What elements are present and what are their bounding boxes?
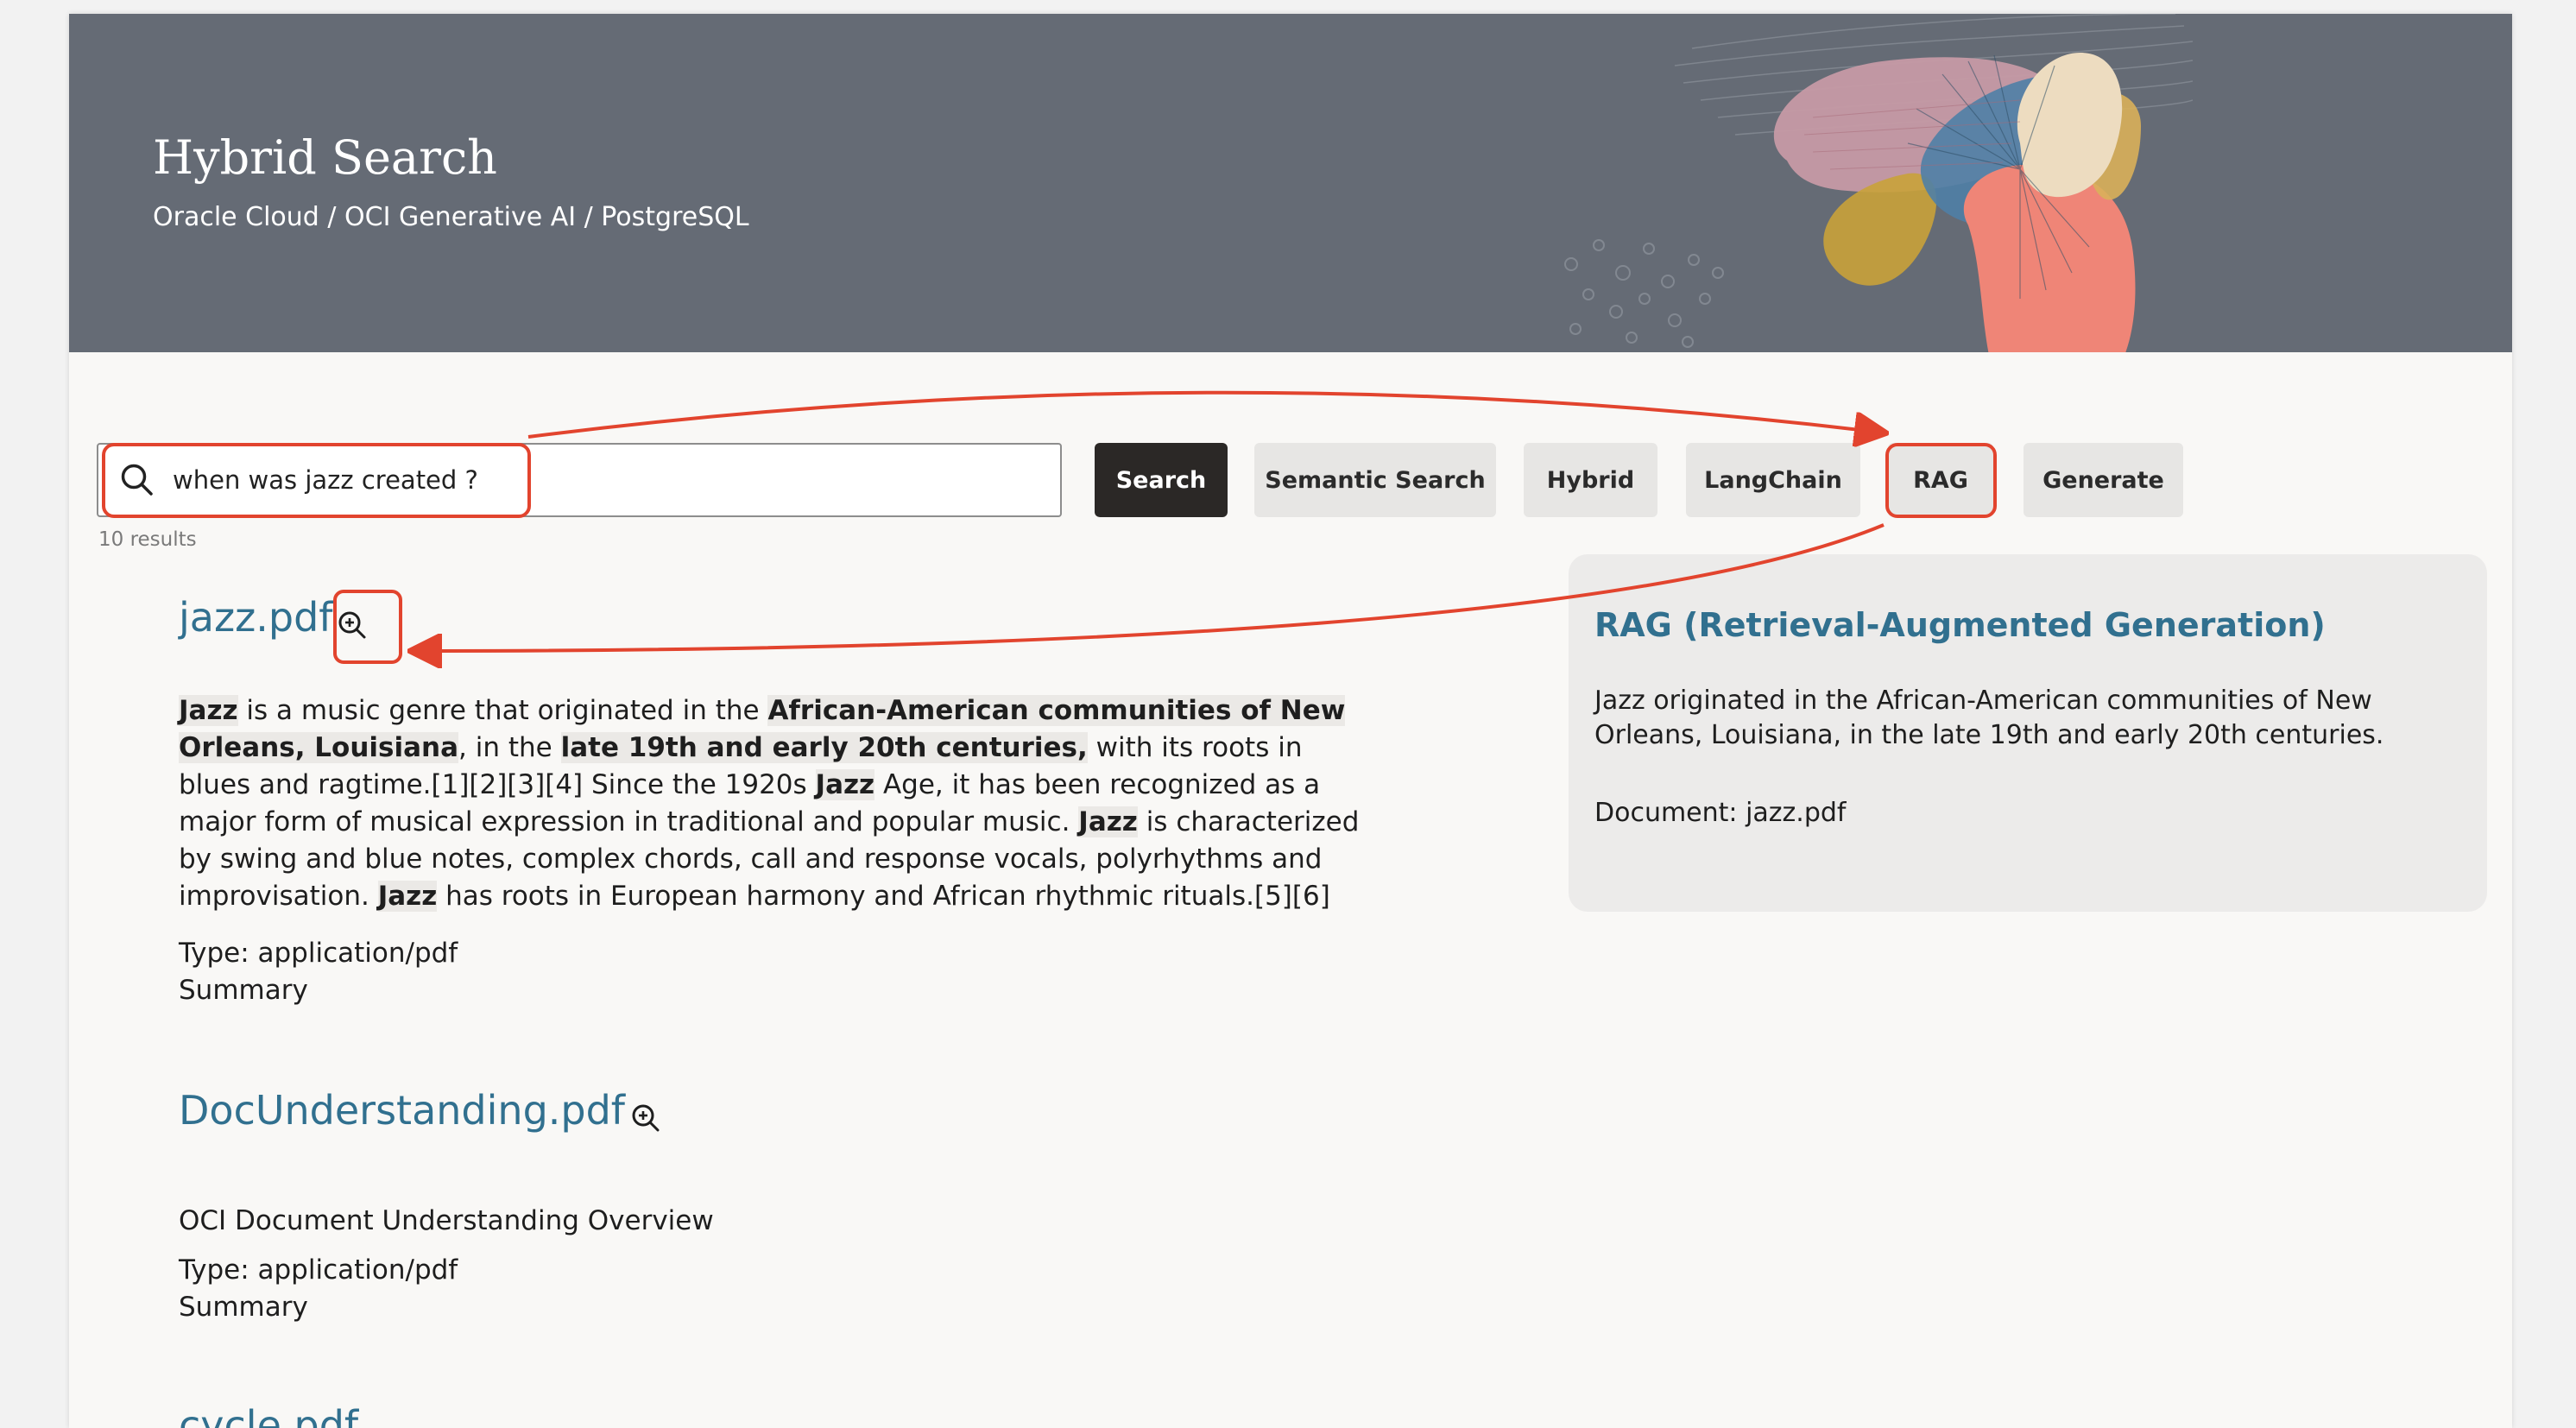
highlight-term: late 19th and early 20th centuries, <box>560 732 1088 763</box>
highlight-term: Jazz <box>377 881 438 912</box>
search-icon <box>121 464 153 496</box>
search-input[interactable] <box>173 453 1036 507</box>
generate-button[interactable]: Generate <box>2024 443 2183 517</box>
rag-button[interactable]: RAG <box>1888 443 1993 517</box>
snippet-text: is a music genre that originated in the <box>237 695 768 726</box>
zoom-in-icon[interactable] <box>630 1103 661 1134</box>
rag-source-document: Document: jazz.pdf <box>1594 798 1847 828</box>
results-count: 10 results <box>98 528 197 551</box>
page-header: Hybrid Search Oracle Cloud / OCI Generat… <box>69 14 2512 352</box>
result-summary: Summary <box>179 1292 308 1323</box>
rag-panel: RAG (Retrieval-Augmented Generation) Jaz… <box>1569 554 2487 912</box>
result-snippet: Jazz is a music genre that originated in… <box>179 692 1370 915</box>
result-type: Type: application/pdf <box>179 938 458 969</box>
result-title-link[interactable]: jazz.pdf <box>179 594 332 641</box>
annotation-arrow <box>527 390 1882 437</box>
highlight-term: Jazz <box>179 695 238 726</box>
highlight-term: Jazz <box>1078 806 1138 837</box>
hybrid-button[interactable]: Hybrid <box>1524 443 1657 517</box>
result-type: Type: application/pdf <box>179 1254 458 1286</box>
search-button[interactable]: Search <box>1095 443 1228 517</box>
snippet-text: has roots in European harmony and Africa… <box>437 881 1330 912</box>
zoom-in-icon[interactable] <box>337 610 368 641</box>
page-title: Hybrid Search <box>153 130 497 185</box>
app-window: Hybrid Search Oracle Cloud / OCI Generat… <box>69 14 2512 1428</box>
highlight-term: Jazz <box>815 769 875 800</box>
result-summary: Summary <box>179 975 308 1006</box>
semantic-search-button[interactable]: Semantic Search <box>1254 443 1496 517</box>
result-description: OCI Document Understanding Overview <box>179 1205 714 1236</box>
langchain-button[interactable]: LangChain <box>1686 443 1860 517</box>
rag-answer: Jazz originated in the African-American … <box>1594 686 2384 750</box>
result-title-link[interactable]: DocUnderstanding.pdf <box>179 1087 625 1134</box>
result-title-link[interactable]: cycle.pdf <box>179 1402 358 1428</box>
rag-panel-title: RAG (Retrieval-Augmented Generation) <box>1594 606 2326 644</box>
breadcrumb: Oracle Cloud / OCI Generative AI / Postg… <box>153 202 749 232</box>
search-box[interactable] <box>97 443 1062 517</box>
decorative-art <box>1564 14 2193 352</box>
snippet-text: , in the <box>458 732 561 763</box>
